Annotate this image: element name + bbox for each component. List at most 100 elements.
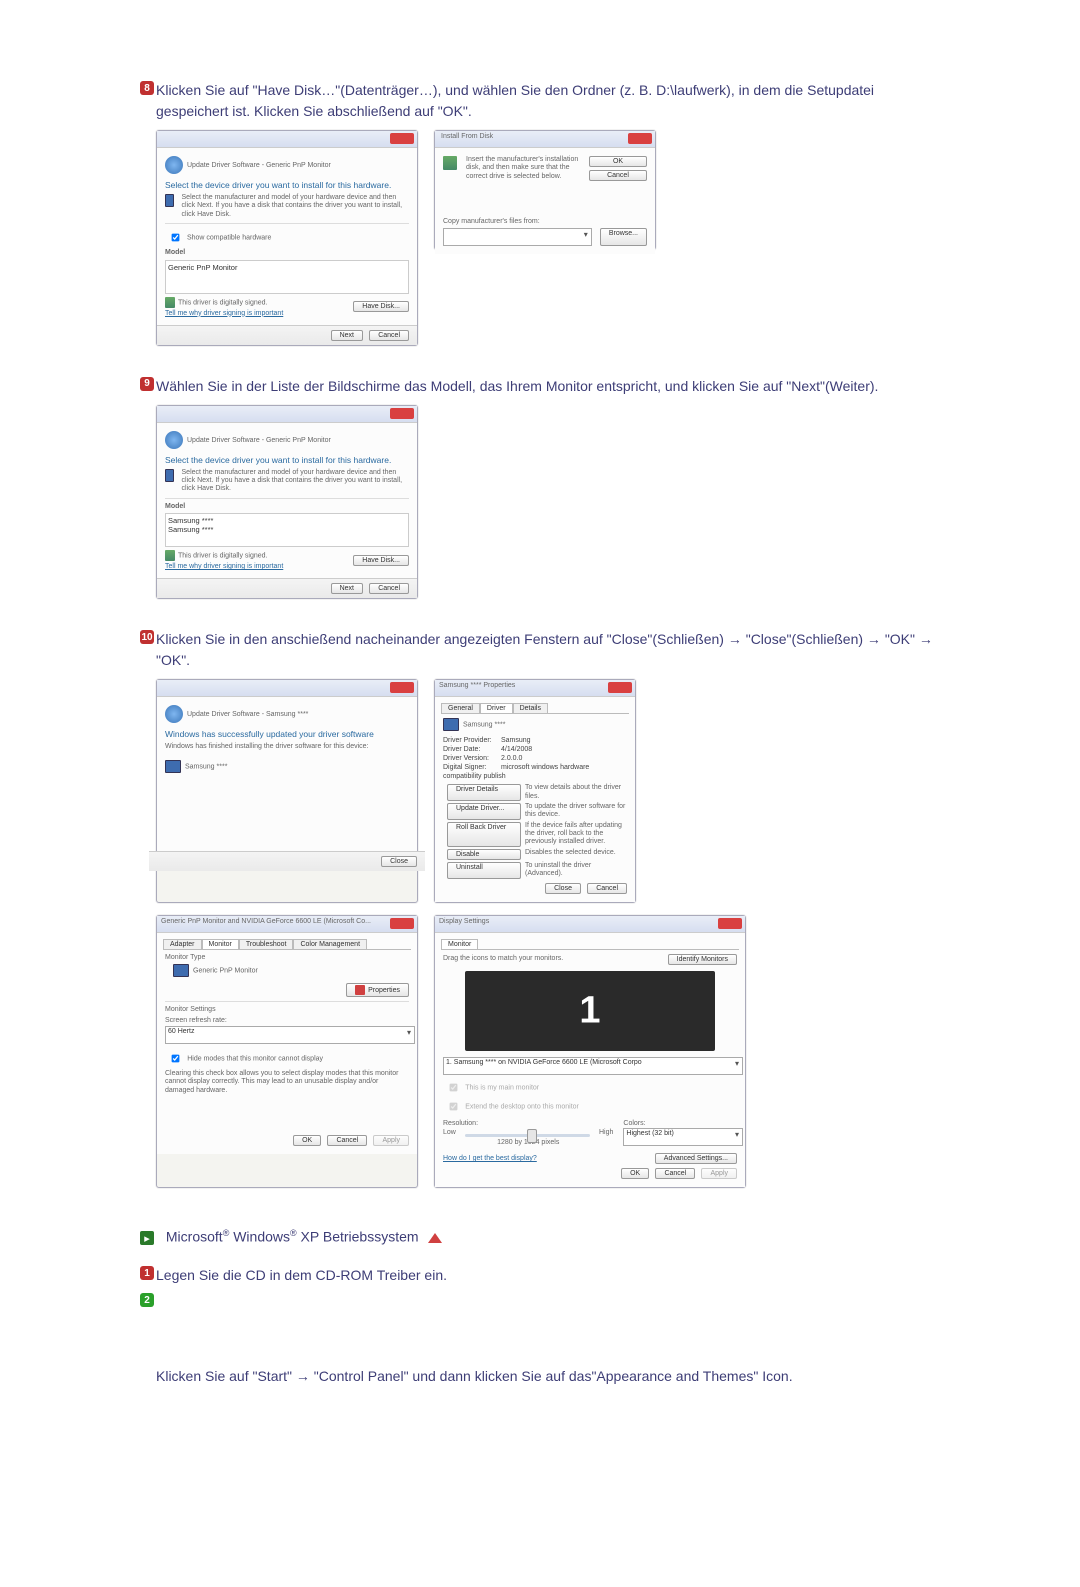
identify-monitors-button[interactable]: Identify Monitors bbox=[668, 954, 737, 965]
apply-button[interactable]: Apply bbox=[701, 1168, 737, 1179]
wizard-heading: Select the device driver you want to ins… bbox=[165, 180, 409, 190]
step-8-body: Klicken Sie auf "Have Disk…"(Datenträger… bbox=[156, 82, 874, 119]
disk-icon bbox=[443, 156, 457, 170]
have-disk-button[interactable]: Have Disk... bbox=[353, 555, 409, 566]
tab-monitor[interactable]: Monitor bbox=[202, 939, 239, 949]
ok-button[interactable]: OK bbox=[589, 156, 647, 167]
close-icon[interactable] bbox=[718, 918, 742, 929]
advanced-settings-button[interactable]: Advanced Settings... bbox=[655, 1153, 737, 1164]
ok-button[interactable]: OK bbox=[293, 1135, 321, 1146]
uninstall-button[interactable]: Uninstall bbox=[447, 862, 521, 879]
close-button[interactable]: Close bbox=[381, 856, 417, 867]
ok-button[interactable]: OK bbox=[621, 1168, 649, 1179]
monitor-number: 1 bbox=[579, 989, 600, 1032]
model-item-2[interactable]: Samsung **** bbox=[168, 525, 406, 534]
triangle-up-icon[interactable] bbox=[428, 1233, 442, 1243]
step-9-body: Wählen Sie in der Liste der Bildschirme … bbox=[156, 378, 878, 394]
tab-details[interactable]: Details bbox=[513, 703, 548, 713]
monitor-icon bbox=[165, 760, 181, 773]
close-button[interactable]: Close bbox=[545, 883, 581, 894]
close-icon[interactable] bbox=[390, 682, 414, 693]
rollback-button[interactable]: Roll Back Driver bbox=[447, 822, 521, 847]
colors-label: Colors: bbox=[623, 1120, 737, 1128]
tab-color-management[interactable]: Color Management bbox=[293, 939, 367, 949]
refresh-value: 60 Hertz bbox=[168, 1028, 194, 1035]
monitor-preview[interactable]: 1 bbox=[465, 971, 715, 1051]
monitor-select-dropdown[interactable]: 1. Samsung **** on NVIDIA GeForce 6600 L… bbox=[443, 1057, 743, 1075]
step-number-9-icon: 9 bbox=[140, 377, 154, 391]
model-item-1[interactable]: Samsung **** bbox=[168, 516, 406, 525]
close-icon[interactable] bbox=[390, 133, 414, 144]
os-windows: Windows bbox=[229, 1229, 290, 1245]
provider-label: Driver Provider: bbox=[443, 737, 501, 744]
copy-from-label: Copy manufacturer's files from: bbox=[443, 218, 647, 226]
tab-row: General Driver Details bbox=[441, 703, 629, 714]
reg2: ® bbox=[290, 1228, 297, 1238]
best-display-link[interactable]: How do I get the best display? bbox=[443, 1155, 537, 1162]
signed-label: This driver is digitally signed. bbox=[178, 552, 267, 559]
cancel-button[interactable]: Cancel bbox=[327, 1135, 367, 1146]
disable-button[interactable]: Disable bbox=[447, 849, 521, 860]
model-header: Model bbox=[165, 503, 409, 511]
driver-details-button[interactable]: Driver Details bbox=[447, 784, 521, 801]
step-9-block: 9 Wählen Sie in der Liste der Bildschirm… bbox=[140, 376, 940, 600]
back-icon[interactable] bbox=[165, 431, 183, 449]
close-icon[interactable] bbox=[608, 682, 632, 693]
tab-driver[interactable]: Driver bbox=[480, 703, 513, 713]
resolution-slider[interactable] bbox=[465, 1134, 590, 1137]
monitor-icon bbox=[165, 469, 174, 482]
apply-button[interactable]: Apply bbox=[373, 1135, 409, 1146]
cancel-button[interactable]: Cancel bbox=[369, 583, 409, 594]
tab-adapter[interactable]: Adapter bbox=[163, 939, 202, 949]
cancel-button[interactable]: Cancel bbox=[587, 883, 627, 894]
breadcrumb: Update Driver Software - Samsung **** bbox=[187, 711, 308, 718]
titlebar bbox=[157, 406, 417, 423]
step-10-images-row2: Generic PnP Monitor and NVIDIA GeForce 6… bbox=[140, 915, 940, 1189]
back-icon[interactable] bbox=[165, 156, 183, 174]
cert-icon bbox=[165, 297, 175, 308]
browse-button[interactable]: Browse... bbox=[600, 228, 647, 246]
monitor-icon bbox=[443, 718, 459, 731]
tab-general[interactable]: General bbox=[441, 703, 480, 713]
slider-thumb[interactable] bbox=[527, 1129, 537, 1143]
next-button[interactable]: Next bbox=[331, 330, 363, 341]
signed-label: This driver is digitally signed. bbox=[178, 299, 267, 306]
refresh-dropdown[interactable]: 60 Hertz bbox=[165, 1026, 415, 1044]
properties-button[interactable]: Properties bbox=[346, 983, 409, 997]
monitor-select-value: 1. Samsung **** on NVIDIA GeForce 6600 L… bbox=[446, 1059, 642, 1066]
signing-link[interactable]: Tell me why driver signing is important bbox=[165, 563, 283, 570]
model-listbox[interactable]: Samsung **** Samsung **** bbox=[165, 513, 409, 547]
step-number-8-icon: 8 bbox=[140, 81, 154, 95]
rollback-desc: If the device fails after updating the d… bbox=[525, 822, 627, 847]
back-icon[interactable] bbox=[165, 705, 183, 723]
show-compatible-label: Show compatible hardware bbox=[187, 235, 271, 242]
next-button[interactable]: Next bbox=[331, 583, 363, 594]
show-compatible-checkbox[interactable] bbox=[172, 234, 180, 242]
have-disk-button[interactable]: Have Disk... bbox=[353, 301, 409, 312]
monitor-tab-window: Generic PnP Monitor and NVIDIA GeForce 6… bbox=[156, 915, 418, 1189]
success-heading: Windows has successfully updated your dr… bbox=[165, 729, 409, 739]
tab-monitor[interactable]: Monitor bbox=[441, 939, 478, 949]
signer-label: Digital Signer: bbox=[443, 764, 501, 771]
hide-modes-checkbox[interactable] bbox=[172, 1054, 180, 1062]
hide-modes-desc: Clearing this check box allows you to se… bbox=[165, 1070, 409, 1095]
model-item[interactable]: Generic PnP Monitor bbox=[168, 263, 237, 272]
step-10-images-row1: Update Driver Software - Samsung **** Wi… bbox=[140, 679, 940, 903]
cancel-button[interactable]: Cancel bbox=[655, 1168, 695, 1179]
success-desc: Windows has finished installing the driv… bbox=[165, 743, 409, 751]
cancel-button[interactable]: Cancel bbox=[369, 330, 409, 341]
titlebar: Install From Disk bbox=[435, 131, 655, 148]
close-icon[interactable] bbox=[390, 918, 414, 929]
tab-troubleshoot[interactable]: Troubleshoot bbox=[239, 939, 294, 949]
tab-row: Monitor bbox=[441, 939, 739, 950]
update-driver-button[interactable]: Update Driver... bbox=[447, 803, 521, 820]
model-listbox[interactable]: Generic PnP Monitor bbox=[165, 260, 409, 294]
signing-link[interactable]: Tell me why driver signing is important bbox=[165, 310, 283, 317]
close-icon[interactable] bbox=[628, 133, 652, 144]
close-icon[interactable] bbox=[390, 408, 414, 419]
path-dropdown[interactable] bbox=[443, 228, 592, 246]
step-9-images: Update Driver Software - Generic PnP Mon… bbox=[140, 405, 940, 600]
colors-dropdown[interactable]: Highest (32 bit) bbox=[623, 1128, 743, 1146]
wizard-desc: Select the manufacturer and model of you… bbox=[182, 194, 409, 219]
cancel-button[interactable]: Cancel bbox=[589, 170, 647, 181]
